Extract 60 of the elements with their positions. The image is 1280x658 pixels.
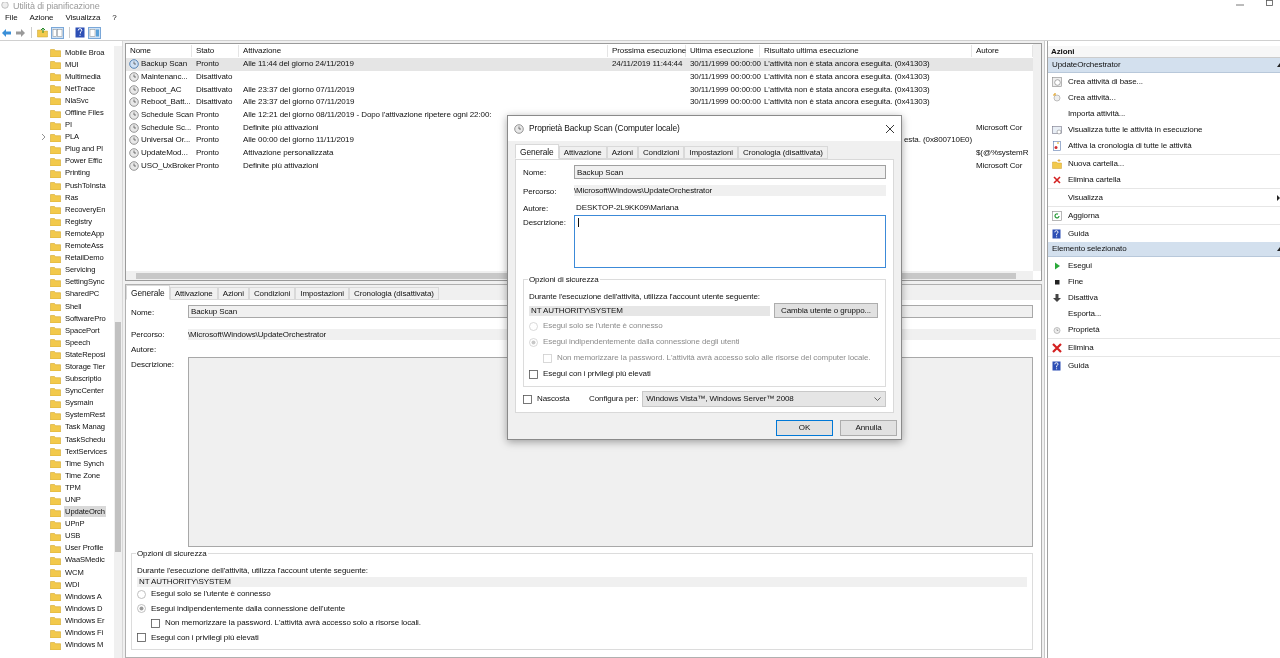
table-cell-text: Disattivato bbox=[195, 83, 233, 96]
field-label: Autore: bbox=[523, 203, 550, 215]
option-label: Esegui con i privilegi più elevati bbox=[151, 631, 259, 644]
table-cell-text: Alle 12:21 del giorno 08/11/2019 - Dopo l'attivazione ripetere ogni 22:00: bbox=[242, 109, 492, 122]
field-label: Percorso: bbox=[523, 186, 558, 198]
field-label: Durante l'esecuzione dell'attività, utilizza l'account utente seguente: bbox=[529, 291, 761, 303]
table-cell-text: Alle 23:37 del giorno 07/11/2019 bbox=[242, 96, 355, 109]
field-label: Percorso: bbox=[131, 329, 166, 341]
table-cell-text: Disattivato bbox=[195, 71, 233, 84]
option-label: Esegui con i privilegi più elevati bbox=[543, 368, 651, 380]
table-cell-text: L'attività non è stata ancora eseguita. (0x41303) bbox=[763, 96, 930, 109]
table-cell-text: L'attività non è stata ancora eseguita. (0x41303) bbox=[763, 71, 930, 84]
table-cell-text: Microsoft Cor bbox=[975, 121, 1023, 134]
table-cell-text: Definite più attivazioni bbox=[242, 121, 319, 134]
table-cell-text: 30/11/1999 00:00:00 bbox=[689, 96, 761, 109]
option-label: Esegui indipendentemente dalla connessione degli utenti bbox=[543, 336, 740, 348]
option-label: Esegui solo se l'utente è connesso bbox=[151, 588, 271, 601]
table-cell-text: $(@%systemR bbox=[975, 147, 1029, 160]
option-label: Non memorizzare la password. L'attività avrà accesso solo alle risorse del computer locale. bbox=[557, 352, 871, 364]
field-label: Nome: bbox=[131, 307, 156, 319]
table-cell-text: Alle 23:37 del giorno 07/11/2019 bbox=[242, 83, 355, 96]
option-label: Esegui indipendentemente dalla connessione dell'utente bbox=[151, 602, 346, 615]
option-label: Non memorizzare la password. L'attività avrà accesso solo a risorse locali. bbox=[165, 617, 421, 630]
table-cell-text: L'attività non è stata ancora eseguita. (0x41303) bbox=[763, 58, 930, 71]
field-label: Descrizione: bbox=[131, 359, 175, 371]
account-field: NT AUTHORITY\SYSTEM bbox=[137, 577, 1027, 587]
table-cell-text: Definite più attivazioni bbox=[242, 159, 319, 172]
field-label: Autore: bbox=[131, 344, 158, 356]
field-label: Durante l'esecuzione dell'attività, utilizza l'account utente seguente: bbox=[137, 565, 369, 577]
table-cell-text: L'attività non è stata ancora eseguita. (0x41303) bbox=[763, 83, 930, 96]
table-cell-text: 24/11/2019 11:44:44 bbox=[611, 58, 683, 71]
table-cell-text: Attivazione personalizzata bbox=[242, 147, 334, 160]
table-cell-text: Pronto bbox=[195, 58, 219, 71]
field-label: Configura per: bbox=[589, 393, 639, 405]
option-label: Esegui solo se l'utente è connesso bbox=[543, 320, 663, 332]
table-cell-text: Microsoft Cor bbox=[975, 159, 1023, 172]
table-cell-text: Pronto bbox=[195, 134, 219, 147]
window-title: Utilità di pianificazione bbox=[13, 0, 100, 11]
table-cell-text: Pronto bbox=[195, 121, 219, 134]
table-cell-text: 30/11/1999 00:00:00 bbox=[689, 58, 761, 71]
table-cell-text: 30/11/1999 00:00:00 bbox=[689, 83, 761, 96]
field-label: Nome: bbox=[523, 167, 548, 179]
path-field: \Microsoft\Windows\UpdateOrchestrator bbox=[574, 185, 886, 196]
group-title: Opzioni di sicurezza bbox=[136, 548, 208, 560]
section-title: Elemento selezionato bbox=[1052, 243, 1127, 255]
table-cell-text: esta. (0x800710E0) bbox=[903, 134, 973, 147]
table-cell-text: Alle 00:00 del giorno 11/11/2019 bbox=[242, 134, 354, 147]
field-label: Descrizione: bbox=[523, 217, 567, 229]
pane-title: Azioni bbox=[1048, 46, 1280, 58]
dialog-title: Proprietà Backup Scan (Computer locale) bbox=[529, 122, 680, 135]
account-field: NT AUTHORITY\SYSTEM bbox=[529, 305, 770, 316]
section-title: UpdateOrchestrator bbox=[1052, 59, 1121, 71]
table-cell-text: Alle 11:44 del giorno 24/11/2019 bbox=[242, 58, 354, 71]
table-cell-text: Disattivato bbox=[195, 96, 233, 109]
table-cell-text: Pronto bbox=[195, 109, 219, 122]
group-title: Opzioni di sicurezza bbox=[528, 274, 600, 286]
table-cell-text: Pronto bbox=[195, 147, 219, 160]
option-label: Nascosta bbox=[537, 393, 571, 405]
author-field: DESKTOP-2L9KK09\Mariana bbox=[574, 202, 886, 213]
table-cell-text: 30/11/1999 00:00:00 bbox=[689, 71, 761, 84]
